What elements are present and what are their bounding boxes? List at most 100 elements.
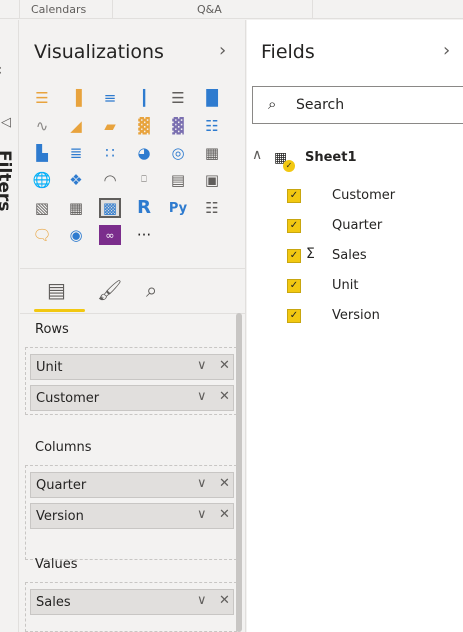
clustered-column-chart-icon[interactable]: ┃ [133,88,155,108]
chip-label: Quarter [36,478,87,493]
funnel-chart-icon[interactable]: ≣ [65,143,87,163]
pie-chart-icon[interactable]: ◕ [133,143,155,163]
field-quarter[interactable]: ✓ Quarter [287,215,457,239]
field-name: Sales [332,248,367,263]
chevron-down-icon[interactable]: ∨ [197,507,207,522]
tab-qa[interactable]: Q&A [197,0,222,19]
table-visual-icon[interactable]: ▦ [65,198,87,218]
kpi-icon[interactable]: ▣ [201,170,223,190]
columns-label: Columns [35,440,92,455]
visualizations-tabs: ▤ 🖌 ⌕ [20,268,246,314]
100-percent-bar-chart-icon[interactable]: ☰ [167,88,189,108]
python-visual-icon[interactable]: Py [167,198,189,218]
columns-well[interactable]: Quarter ∨ ✕ Version ∨ ✕ [25,465,237,560]
field-version[interactable]: ✓ Version [287,305,457,329]
field-name: Quarter [332,218,383,233]
chevron-down-icon[interactable]: ∨ [197,593,207,608]
close-icon[interactable]: ✕ [219,476,230,491]
clustered-bar-chart-icon[interactable]: ≡ [99,88,121,108]
active-tab-indicator [34,309,85,312]
checkbox-checked-icon[interactable]: ✓ [287,249,301,263]
chevron-right-icon[interactable]: › [443,40,450,61]
field-unit[interactable]: ✓ Unit [287,275,457,299]
fields-tab-icon[interactable]: ▤ [47,278,66,302]
field-customer[interactable]: ✓ Customer [287,185,457,209]
search-input[interactable]: ⌕ Search [252,86,463,124]
matrix-icon[interactable]: ▩ [99,198,121,218]
key-influencers-icon[interactable]: ☷ [201,198,223,218]
search-icon: ⌕ [268,95,277,113]
tab-divider [19,0,20,19]
scatter-chart-icon[interactable]: ∷ [99,143,121,163]
filters-label: Filters [0,150,14,212]
tab-divider [312,0,313,19]
field-name: Version [332,308,380,323]
slicer-icon[interactable]: ▧ [31,198,53,218]
field-chip-version[interactable]: Version ∨ ✕ [30,503,234,529]
checkbox-checked-icon[interactable]: ✓ [287,189,301,203]
fields-pane: Fields › ⌕ Search ∧ ▦ ✓ Sheet1 ✓ Custome… [247,20,463,632]
donut-chart-icon[interactable]: ◎ [167,143,189,163]
tab-calendars[interactable]: Calendars [31,0,86,19]
card-icon[interactable]: ⎕ [133,170,155,190]
filled-map-icon[interactable]: ❖ [65,170,87,190]
stacked-column-chart-icon[interactable]: ▐ [65,88,87,108]
ribbon-chart-icon[interactable]: ☷ [201,116,223,136]
line-and-clustered-column-chart-icon[interactable]: ▓ [167,116,189,136]
line-and-column-chart-icon[interactable]: ▓ [133,116,155,136]
chip-label: Customer [36,391,100,406]
values-well[interactable]: Sales ∨ ✕ [25,582,237,632]
stacked-area-chart-icon[interactable]: ▰ [99,116,121,136]
chevron-down-icon[interactable]: ∨ [197,476,207,491]
more-visuals-icon[interactable]: ··· [133,225,155,245]
close-icon[interactable]: ✕ [219,593,230,608]
checkbox-checked-icon[interactable]: ✓ [287,279,301,293]
stacked-bar-chart-icon[interactable]: ☰ [31,88,53,108]
values-label: Values [35,557,78,572]
field-name: Unit [332,278,359,293]
field-chip-quarter[interactable]: Quarter ∨ ✕ [30,472,234,498]
analytics-magnifier-icon[interactable]: ⌕ [146,278,157,302]
chip-label: Sales [36,595,71,610]
field-chip-sales[interactable]: Sales ∨ ✕ [30,589,234,615]
r-script-visual-icon[interactable]: R [133,198,155,218]
field-chip-customer[interactable]: Customer ∨ ✕ [30,385,234,411]
report-tab-strip: Calendars Q&A [0,0,463,19]
visualizations-title: Visualizations [34,41,164,63]
close-icon[interactable]: ✕ [219,507,230,522]
filters-pane-collapsed[interactable]: ‹ ◁ Filters [0,20,19,632]
visualizations-pane: Visualizations › ☰ ▐ ≡ ┃ ☰ █ ∿ ◢ ▰ ▓ ▓ ☷… [20,20,246,632]
search-placeholder: Search [296,97,345,113]
table-name: Sheet1 [305,150,357,165]
checkbox-checked-icon[interactable]: ✓ [287,309,301,323]
map-icon[interactable]: 🌐 [31,170,53,190]
close-icon[interactable]: ✕ [219,389,230,404]
paint-roller-icon[interactable]: 🖌 [97,278,122,302]
chevron-down-icon[interactable]: ∨ [197,389,207,404]
treemap-icon[interactable]: ▦ [201,143,223,163]
table-sheet1[interactable]: ∧ ▦ ✓ Sheet1 [252,147,462,172]
chevron-down-icon[interactable]: ∨ [197,358,207,373]
chevron-right-icon[interactable]: › [219,40,226,61]
power-apps-icon[interactable]: ∞ [99,225,121,245]
gauge-icon[interactable]: ◠ [99,170,121,190]
pane-scrollbar[interactable] [236,313,242,632]
field-sales[interactable]: ✓ Σ Sales [287,245,457,269]
100-percent-column-chart-icon[interactable]: █ [201,88,223,108]
field-chip-unit[interactable]: Unit ∨ ✕ [30,354,234,380]
multi-row-card-icon[interactable]: ▤ [167,170,189,190]
waterfall-chart-icon[interactable]: ▙ [31,143,53,163]
tab-divider [112,0,113,19]
close-icon[interactable]: ✕ [219,358,230,373]
rows-well[interactable]: Unit ∨ ✕ Customer ∨ ✕ [25,347,237,415]
chevron-up-icon[interactable]: ∧ [252,147,262,163]
arcgis-map-icon[interactable]: ◉ [65,225,87,245]
fields-title: Fields [261,41,315,63]
qa-visual-icon[interactable]: 🗨 [31,225,53,245]
chevron-left-icon[interactable]: ‹ [0,60,2,79]
line-chart-icon[interactable]: ∿ [31,116,53,136]
chip-label: Unit [36,360,63,375]
checkbox-checked-icon[interactable]: ✓ [287,219,301,233]
check-badge-icon: ✓ [283,160,295,172]
area-chart-icon[interactable]: ◢ [65,116,87,136]
